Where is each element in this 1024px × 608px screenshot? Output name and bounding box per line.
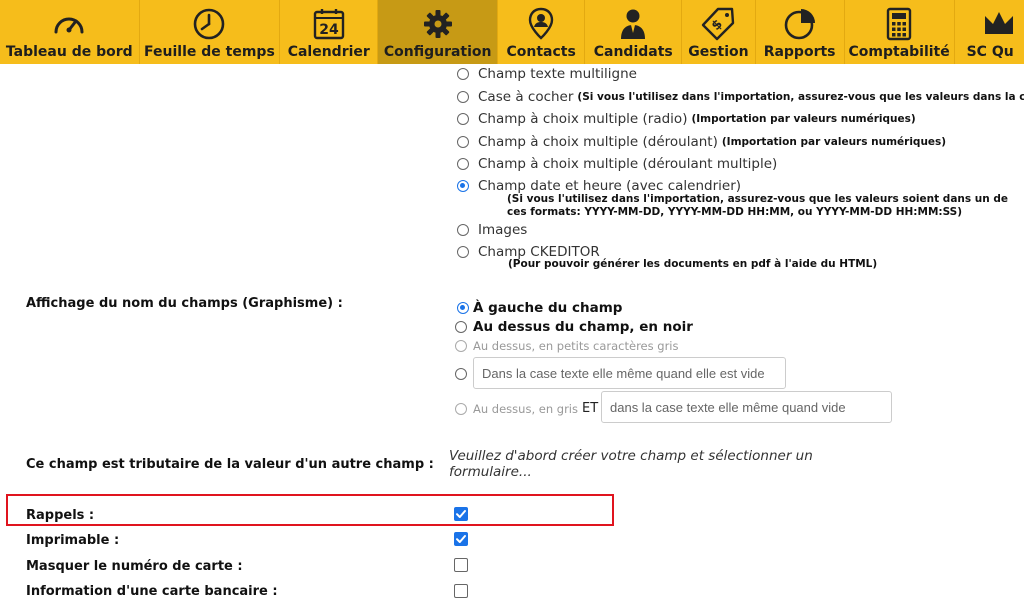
option-dropdown-multiple[interactable]: Champ à choix multiple (déroulant multip… [457, 156, 777, 172]
nav-contacts[interactable]: Contacts [498, 0, 586, 64]
radio-button[interactable] [457, 224, 469, 236]
calendar-day: 24 [319, 22, 339, 38]
dependent-label: Ce champ est tributaire de la valeur d'u… [26, 457, 434, 472]
option-multiline[interactable]: Champ texte multiligne [457, 66, 637, 82]
radio-button[interactable] [457, 246, 469, 258]
checkmark-icon [456, 535, 466, 543]
crown-icon [984, 12, 1013, 34]
option-label: Champ date et heure (avec calendrier) [478, 178, 742, 194]
radio-button[interactable] [457, 113, 469, 125]
display-inside-box[interactable] [455, 368, 473, 380]
nav-label: Rapports [763, 44, 836, 60]
nav-label: Feuille de temps [144, 44, 275, 60]
option-label: Images [478, 222, 528, 238]
option-label: Champ à choix multiple (déroulant multip… [478, 156, 778, 172]
imprimable-checkbox[interactable] [454, 532, 468, 546]
option-dropdown[interactable]: Champ à choix multiple (déroulant) (Impo… [457, 134, 946, 150]
option-note: (Importation par valeurs numériques) [721, 136, 947, 148]
inside-box-sample-input[interactable]: Dans la case texte elle même quand elle … [473, 357, 786, 389]
radio-button[interactable] [455, 321, 467, 333]
gear-icon [423, 10, 452, 38]
option-radio[interactable]: Champ à choix multiple (radio) (Importat… [457, 111, 916, 127]
inside-box-sample-input-2[interactable]: dans la case texte elle même quand vide [601, 391, 892, 423]
masquer-label: Masquer le numéro de carte : [26, 559, 243, 574]
calendar-icon: 24 [313, 9, 344, 40]
datetime-note-line: (Si vous l'utilisez dans l'importation, … [507, 193, 1009, 205]
candidate-icon [621, 9, 646, 39]
calculator-icon [886, 7, 912, 41]
option-label: À gauche du champ [473, 300, 623, 316]
datetime-note-line: ces formats: YYYY-MM-DD, YYYY-MM-DD HH:M… [507, 206, 963, 218]
nav-label: Configuration [383, 44, 492, 60]
option-note: (Si vous l'utilisez dans l'importation, … [577, 91, 1024, 103]
nav-tableau-de-bord[interactable]: Tableau de bord [0, 0, 140, 64]
top-navigation: Tableau de bord Feuille de temps 24 Cale… [0, 0, 1024, 64]
display-above-gray-and-inside[interactable]: Au dessus, en gris ET [455, 401, 602, 416]
rappels-highlight-box [6, 494, 614, 526]
nav-feuille-de-temps[interactable]: Feuille de temps [140, 0, 281, 64]
nav-label: Gestion [688, 44, 749, 60]
nav-calendrier[interactable]: 24 Calendrier [280, 0, 379, 64]
radio-button[interactable] [455, 402, 467, 415]
contact-pin-icon [528, 7, 554, 40]
datetime-note: (Si vous l'utilisez dans l'importation, … [507, 193, 1008, 219]
nav-label: Tableau de bord [5, 44, 133, 60]
nav-label: Comptabilité [848, 44, 950, 60]
bancaire-checkbox[interactable] [454, 584, 468, 598]
nav-sc-qu[interactable]: SC Qu [955, 0, 1024, 64]
nav-comptabilite[interactable]: Comptabilité [845, 0, 955, 64]
radio-button[interactable] [457, 68, 469, 80]
rappels-label: Rappels : [26, 508, 95, 523]
option-checkbox[interactable]: Case à cocher (Si vous l'utilisez dans l… [457, 89, 1024, 105]
ckeditor-note: (Pour pouvoir générer les documents en p… [508, 258, 878, 270]
option-label: Champ à choix multiple (déroulant) [478, 134, 718, 150]
et-label: ET [582, 401, 599, 416]
option-note: (Importation par valeurs numériques) [691, 113, 916, 125]
price-tag-icon: $ [702, 7, 735, 41]
option-images[interactable]: Images [457, 222, 527, 238]
display-left[interactable]: À gauche du champ [457, 300, 622, 316]
option-label: Champ texte multiligne [478, 66, 637, 82]
nav-label: Candidats [593, 44, 673, 60]
masquer-checkbox[interactable] [454, 558, 468, 572]
radio-button-selected[interactable] [457, 180, 469, 192]
gauge-icon [54, 17, 84, 34]
radio-button-selected[interactable] [457, 302, 469, 314]
pie-chart-icon [784, 9, 815, 40]
imprimable-label: Imprimable : [26, 533, 120, 548]
radio-button[interactable] [455, 340, 467, 352]
radio-button[interactable] [457, 136, 469, 148]
nav-gestion[interactable]: $ Gestion [682, 0, 756, 64]
field-config-form: Champ texte multiligne Case à cocher (Si… [0, 64, 1024, 608]
nav-label: Calendrier [287, 44, 370, 60]
display-above-small-gray[interactable]: Au dessus, en petits caractères gris [455, 339, 678, 353]
nav-label: Contacts [506, 44, 576, 60]
rappels-checkbox[interactable] [454, 507, 468, 521]
display-above-black[interactable]: Au dessus du champ, en noir [455, 319, 693, 335]
option-datetime[interactable]: Champ date et heure (avec calendrier) [457, 178, 741, 194]
nav-label: SC Qu [966, 44, 1014, 60]
dependent-message: Veuillez d'abord créer votre champ et sé… [449, 448, 813, 480]
nav-configuration[interactable]: Configuration [378, 0, 499, 64]
nav-candidats[interactable]: Candidats [585, 0, 683, 64]
bancaire-label: Information d'une carte bancaire : [26, 584, 278, 599]
nav-rapports[interactable]: Rapports [756, 0, 845, 64]
radio-button[interactable] [457, 158, 469, 170]
option-label: Case à cocher [478, 89, 574, 105]
checkmark-icon [456, 510, 466, 518]
radio-button[interactable] [457, 91, 469, 103]
option-label: Au dessus, en petits caractères gris [473, 339, 679, 353]
clock-icon [194, 8, 225, 40]
radio-button[interactable] [455, 368, 467, 380]
display-label: Affichage du nom du champs (Graphisme) : [26, 296, 343, 311]
option-label: Au dessus du champ, en noir [473, 319, 693, 335]
option-label: Champ à choix multiple (radio) [478, 111, 688, 127]
option-label: Au dessus, en gris [473, 401, 578, 416]
